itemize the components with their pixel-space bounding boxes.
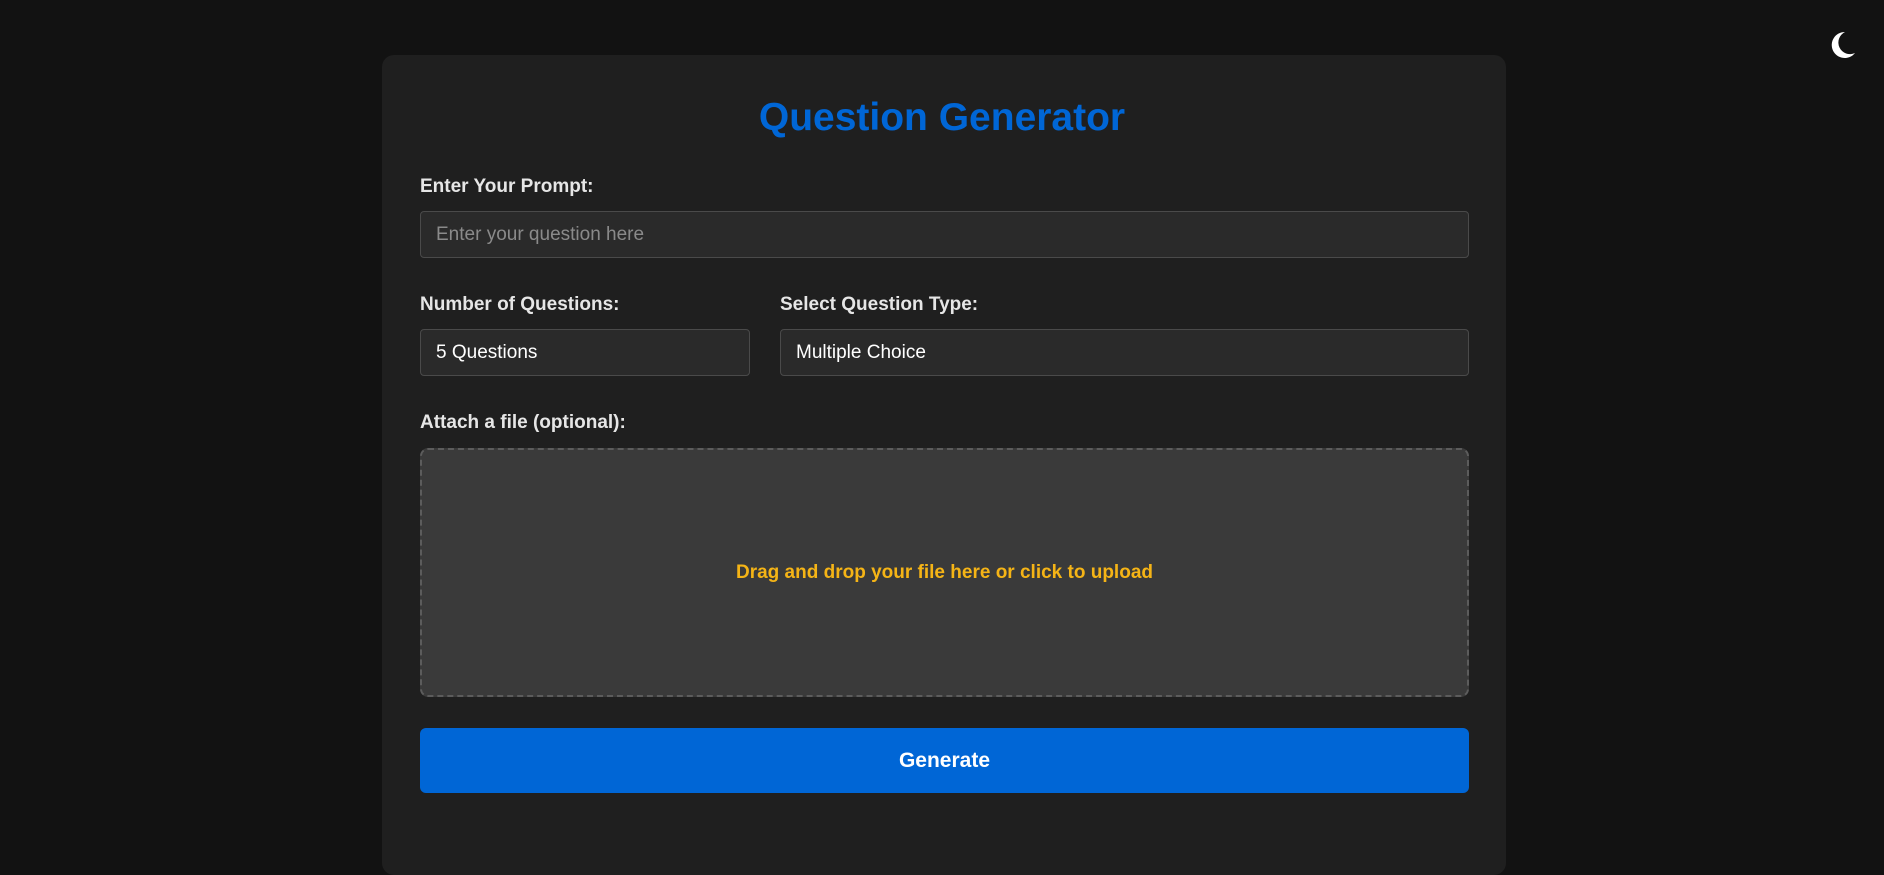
- prompt-label: Enter Your Prompt:: [420, 176, 594, 197]
- question-type-select[interactable]: Multiple Choice: [780, 329, 1469, 376]
- question-type-label: Select Question Type:: [780, 294, 979, 315]
- prompt-input[interactable]: [420, 211, 1469, 258]
- file-label: Attach a file (optional):: [420, 412, 626, 433]
- theme-toggle-button[interactable]: [1828, 29, 1856, 61]
- num-questions-label: Number of Questions:: [420, 294, 620, 315]
- question-type-value: Multiple Choice: [796, 341, 926, 363]
- dropzone-text: Drag and drop your file here or click to…: [735, 561, 1153, 583]
- moon-icon: [1831, 31, 1855, 58]
- num-questions-value: 5 Questions: [436, 341, 538, 363]
- num-questions-select[interactable]: 5 Questions: [420, 329, 750, 376]
- page-title: Question Generator: [758, 96, 1126, 139]
- file-dropzone[interactable]: Drag and drop your file here or click to…: [420, 448, 1469, 697]
- generate-button[interactable]: Generate: [420, 728, 1469, 793]
